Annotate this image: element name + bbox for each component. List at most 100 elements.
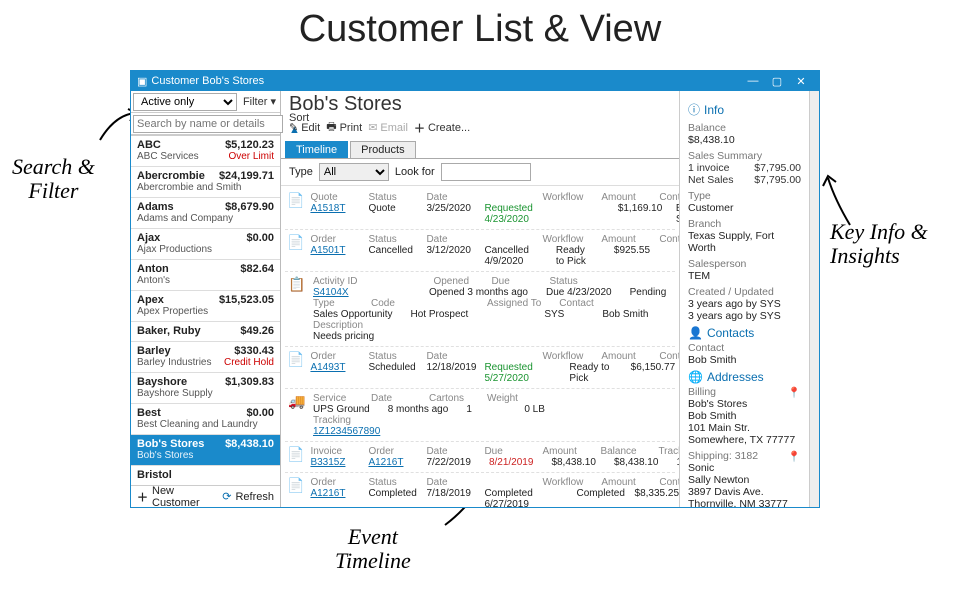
lookfor-label: Look for	[395, 166, 435, 178]
detail-toolbar: ✎Edit 🖶Print ✉Email ＋Create...	[281, 116, 679, 141]
salesperson-label: Salesperson	[688, 258, 801, 270]
customer-list-panel: Active only Filter ▾ Sort ▲ ABC$5,120.23…	[131, 91, 281, 507]
new-customer-button[interactable]: ＋New Customer	[137, 485, 222, 509]
type-value: Customer	[688, 202, 801, 214]
updated-value: 3 years ago by SYS	[688, 310, 801, 322]
address-line: 101 Main Str.	[688, 422, 801, 434]
customer-list-item[interactable]: Baker, Ruby$49.26	[131, 322, 280, 342]
type-dropdown[interactable]: All	[319, 163, 389, 181]
search-input[interactable]	[133, 115, 283, 133]
timeline-icon: 📄	[287, 192, 304, 225]
person-icon: 👤	[688, 326, 703, 340]
print-button[interactable]: 🖶Print	[326, 118, 362, 137]
customer-list-item[interactable]: Best$0.00Best Cleaning and Laundry	[131, 404, 280, 435]
info-panel: ⓘInfo Balance $8,438.10 Sales Summary 1 …	[679, 91, 809, 507]
info-icon: ⓘ	[688, 101, 700, 118]
address-line: Bob Smith	[688, 410, 801, 422]
minimize-button[interactable]: —	[741, 75, 765, 87]
annotation-arrow	[820, 170, 860, 230]
timeline-item[interactable]: 📄OrderStatusDateWorkflowAmountContactRep…	[285, 230, 675, 272]
mail-icon: ✉	[368, 121, 377, 134]
address-line: Sally Newton	[688, 474, 801, 486]
map-pin-icon[interactable]: 📍	[788, 386, 801, 399]
status-filter-dropdown[interactable]: Active only	[133, 93, 237, 111]
addresses-header: 🌐Addresses	[688, 370, 801, 384]
edit-button[interactable]: ✎Edit	[289, 121, 320, 134]
balance-value: $8,438.10	[688, 134, 801, 146]
timeline-item[interactable]: 📋Activity IDOpenedDueStatusS4104XOpened …	[285, 272, 675, 347]
salesperson-value: TEM	[688, 270, 801, 282]
annotation-event-timeline: Event Timeline	[335, 525, 411, 573]
timeline-list[interactable]: 📄QuoteStatusDateWorkflowAmountContactRep…	[281, 186, 679, 507]
customer-list-item[interactable]: Adams$8,679.90Adams and Company	[131, 198, 280, 229]
address-line: Sonic	[688, 462, 801, 474]
timeline-icon: 🚚	[287, 393, 307, 437]
branch-label: Branch	[688, 218, 801, 230]
timeline-icon: 📄	[287, 446, 304, 468]
timeline-item[interactable]: 🚚ServiceDateCartonsWeightUPS Ground8 mon…	[285, 389, 675, 442]
timeline-icon: 📄	[287, 477, 304, 507]
plus-icon: ＋	[414, 120, 425, 136]
timeline-item[interactable]: 📄InvoiceOrderDateDueAmountBalanceTrackin…	[285, 442, 675, 473]
customer-list-item[interactable]: Bayshore$1,309.83Bayshore Supply	[131, 373, 280, 404]
customer-list-item[interactable]: Anton$82.64Anton's	[131, 260, 280, 291]
summary-row: Net Sales	[688, 174, 734, 186]
scrollbar[interactable]	[809, 91, 819, 507]
window-title: Customer Bob's Stores	[151, 75, 264, 87]
funnel-icon: ▾	[270, 96, 276, 108]
timeline-icon: 📄	[287, 234, 304, 267]
pencil-icon: ✎	[289, 121, 298, 134]
refresh-icon: ⟳	[222, 490, 231, 503]
customer-list-item[interactable]: ABC$5,120.23ABC ServicesOver Limit	[131, 136, 280, 167]
balance-label: Balance	[688, 122, 801, 134]
billing-label: Billing	[688, 386, 716, 398]
info-header: ⓘInfo	[688, 101, 801, 118]
address-line: Somewhere, TX 77777	[688, 434, 801, 446]
customer-list[interactable]: ABC$5,120.23ABC ServicesOver LimitAbercr…	[131, 135, 280, 485]
customer-list-item[interactable]: Apex$15,523.05Apex Properties	[131, 291, 280, 322]
tab-products[interactable]: Products	[350, 141, 415, 158]
type-label: Type	[688, 190, 801, 202]
address-line: Bob's Stores	[688, 398, 801, 410]
printer-icon: 🖶	[326, 118, 336, 137]
tab-timeline[interactable]: Timeline	[285, 141, 348, 158]
contacts-header: 👤Contacts	[688, 326, 801, 340]
timeline-item[interactable]: 📄OrderStatusDateWorkflowAmountContactRep…	[285, 347, 675, 389]
app-icon: ▣	[137, 75, 147, 88]
customer-list-item[interactable]: Barley$330.43Barley IndustriesCredit Hol…	[131, 342, 280, 373]
email-button: ✉Email	[368, 121, 408, 134]
annotation-search-filter: Search & Filter	[12, 155, 95, 203]
shipping-label: Shipping: 3182	[688, 450, 758, 462]
titlebar[interactable]: ▣ Customer Bob's Stores — ▢ ✕	[131, 71, 819, 91]
address-line: 3897 Davis Ave.	[688, 486, 801, 498]
app-window: ▣ Customer Bob's Stores — ▢ ✕ Active onl…	[130, 70, 820, 508]
refresh-button[interactable]: ⟳Refresh	[222, 490, 274, 503]
timeline-icon: 📋	[287, 276, 307, 342]
create-button[interactable]: ＋Create...	[414, 120, 470, 136]
timeline-item[interactable]: 📄OrderStatusDateWorkflowAmountContactRep…	[285, 473, 675, 507]
address-line: Thornville, NM 33777	[688, 498, 801, 507]
filter-label[interactable]: Filter ▾	[239, 95, 280, 108]
customer-heading: Bob's Stores	[281, 91, 679, 116]
customer-list-item[interactable]: Abercrombie$24,199.71Abercrombie and Smi…	[131, 167, 280, 198]
branch-value: Texas Supply, Fort Worth	[688, 230, 801, 254]
customer-list-item[interactable]: Bristol	[131, 466, 280, 485]
page-title: Customer List & View	[0, 8, 960, 51]
type-label: Type	[289, 166, 313, 178]
created-updated-label: Created / Updated	[688, 286, 801, 298]
contact-value: Bob Smith	[688, 354, 801, 366]
close-button[interactable]: ✕	[789, 75, 813, 88]
created-value: 3 years ago by SYS	[688, 298, 801, 310]
sales-summary-label: Sales Summary	[688, 150, 801, 162]
map-pin-icon[interactable]: 📍	[788, 450, 801, 463]
globe-icon: 🌐	[688, 370, 703, 384]
detail-tabs: Timeline Products	[281, 141, 679, 159]
maximize-button[interactable]: ▢	[765, 75, 789, 88]
timeline-item[interactable]: 📄QuoteStatusDateWorkflowAmountContactRep…	[285, 188, 675, 230]
lookfor-input[interactable]	[441, 163, 531, 181]
timeline-icon: 📄	[287, 351, 304, 384]
customer-list-item[interactable]: Ajax$0.00Ajax Productions	[131, 229, 280, 260]
plus-icon: ＋	[137, 489, 148, 505]
customer-list-item[interactable]: Bob's Stores$8,438.10Bob's Stores	[131, 435, 280, 466]
customer-detail-panel: Bob's Stores ✎Edit 🖶Print ✉Email ＋Create…	[281, 91, 679, 507]
